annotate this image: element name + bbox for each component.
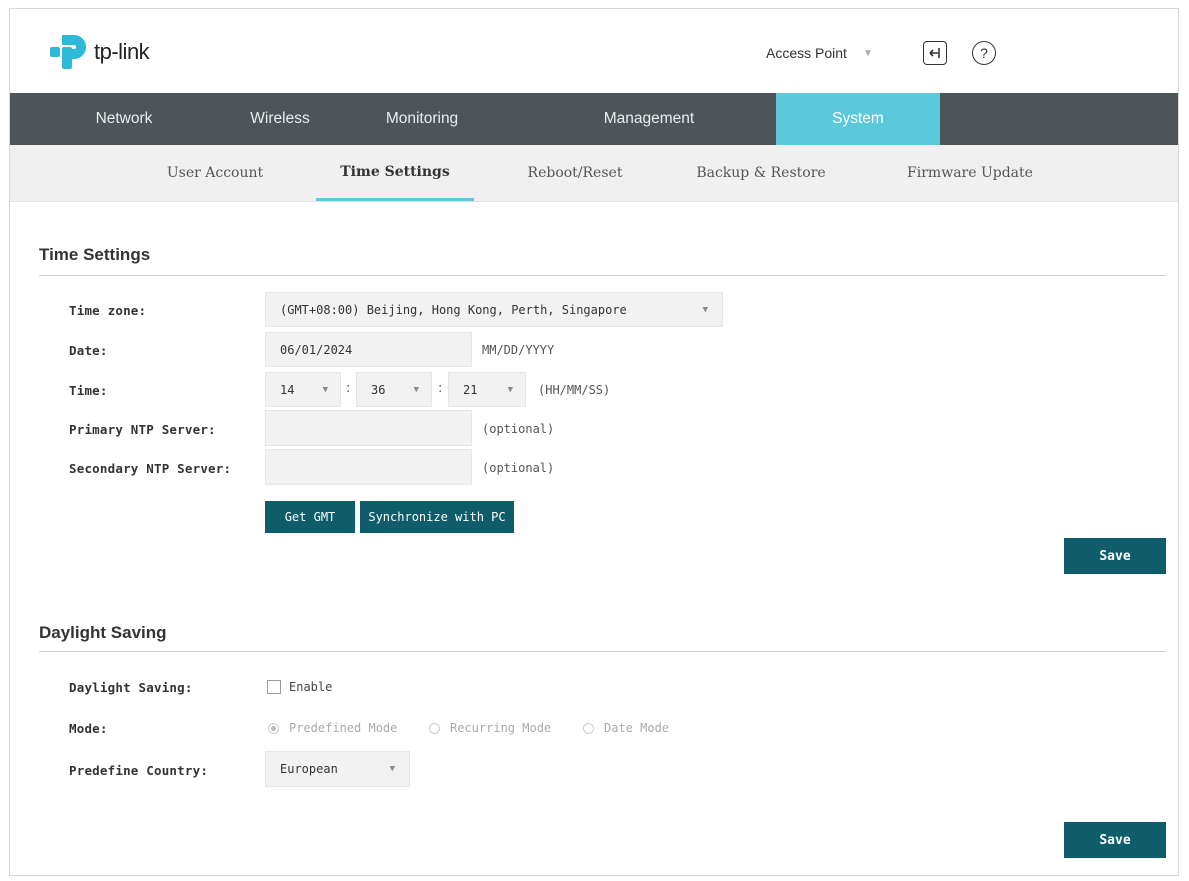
subtab-time-settings[interactable]: Time Settings (316, 145, 474, 201)
secondary-ntp-label: Secondary NTP Server: (69, 461, 232, 476)
save-time-settings-button[interactable]: Save (1064, 538, 1166, 574)
logout-icon[interactable] (923, 41, 947, 65)
chevron-down-icon: ▼ (389, 764, 395, 774)
chevron-down-icon: ▼ (702, 304, 708, 315)
hour-select[interactable]: 14 ▼ (265, 372, 341, 407)
chevron-down-icon: ▼ (413, 384, 419, 395)
mode-value: Access Point (766, 45, 847, 61)
primary-ntp-hint: (optional) (482, 422, 555, 436)
minute-value: 36 (371, 382, 386, 397)
subtab-backup-restore[interactable]: Backup & Restore (680, 145, 842, 201)
predefined-mode-label: Predefined Mode (289, 721, 398, 735)
date-label: Date: (69, 343, 108, 358)
chevron-down-icon: ▼ (322, 384, 328, 395)
subtab-firmware-update[interactable]: Firmware Update (890, 145, 1050, 201)
primary-ntp-label: Primary NTP Server: (69, 422, 216, 437)
enable-checkbox-label: Enable (289, 680, 333, 694)
date-mode-radio[interactable] (583, 723, 594, 734)
subtab-reboot-reset[interactable]: Reboot/Reset (510, 145, 640, 201)
daylight-saving-enable-checkbox[interactable] (267, 680, 281, 694)
section-title-time-settings: Time Settings (39, 245, 151, 264)
synchronize-with-pc-button[interactable]: Synchronize with PC (360, 501, 514, 533)
minute-select[interactable]: 36 ▼ (356, 372, 432, 407)
page-frame: tp-link Access Point ▼ ? Network Wireles… (9, 8, 1179, 876)
tp-link-logo-icon (48, 31, 90, 73)
subtab-user-account[interactable]: User Account (150, 145, 280, 201)
time-zone-value: (GMT+08:00) Beijing, Hong Kong, Perth, S… (280, 302, 627, 317)
date-value: 06/01/2024 (280, 342, 353, 357)
time-separator: : (346, 381, 351, 396)
date-input[interactable]: 06/01/2024 (265, 332, 472, 367)
date-mode-label: Date Mode (604, 721, 670, 735)
second-select[interactable]: 21 ▼ (448, 372, 526, 407)
predefine-country-value: European (280, 762, 338, 776)
help-icon[interactable]: ? (972, 41, 996, 65)
chevron-down-icon: ▼ (862, 47, 873, 59)
header: tp-link Access Point ▼ ? (10, 9, 1178, 93)
time-zone-label: Time zone: (69, 303, 147, 318)
second-value: 21 (463, 382, 478, 397)
tab-wireless[interactable]: Wireless (238, 93, 322, 145)
tab-management[interactable]: Management (522, 93, 776, 145)
recurring-mode-radio[interactable] (429, 723, 440, 734)
sub-nav: User Account Time Settings Reboot/Reset … (10, 145, 1178, 202)
predefined-mode-radio[interactable] (268, 723, 279, 734)
main-nav: Network Wireless Monitoring Management S… (10, 93, 1178, 145)
divider (39, 651, 1166, 652)
daylight-saving-label: Daylight Saving: (69, 680, 193, 695)
tab-monitoring[interactable]: Monitoring (322, 93, 522, 145)
tp-link-logo[interactable]: tp-link (48, 31, 150, 73)
chevron-down-icon: ▼ (507, 384, 513, 395)
hour-value: 14 (280, 382, 295, 397)
time-zone-select[interactable]: (GMT+08:00) Beijing, Hong Kong, Perth, S… (265, 292, 723, 327)
mode-label: Mode: (69, 721, 108, 736)
time-format-hint: (HH/MM/SS) (538, 383, 611, 397)
predefine-country-label: Predefine Country: (69, 763, 209, 778)
save-daylight-saving-button[interactable]: Save (1064, 822, 1166, 858)
mode-dropdown[interactable]: Access Point ▼ (766, 45, 873, 61)
section-title-daylight-saving: Daylight Saving (39, 623, 167, 642)
divider (39, 275, 1166, 276)
predefine-country-select[interactable]: European ▼ (265, 751, 410, 787)
time-separator: : (438, 381, 443, 396)
tab-network[interactable]: Network (10, 93, 238, 145)
secondary-ntp-hint: (optional) (482, 461, 555, 475)
secondary-ntp-input[interactable] (265, 449, 472, 485)
tab-system[interactable]: System (776, 93, 940, 145)
logo-text: tp-link (94, 39, 150, 64)
primary-ntp-input[interactable] (265, 410, 472, 446)
date-format-hint: MM/DD/YYYY (482, 343, 555, 357)
get-gmt-button[interactable]: Get GMT (265, 501, 355, 533)
time-label: Time: (69, 383, 108, 398)
recurring-mode-label: Recurring Mode (450, 721, 552, 735)
